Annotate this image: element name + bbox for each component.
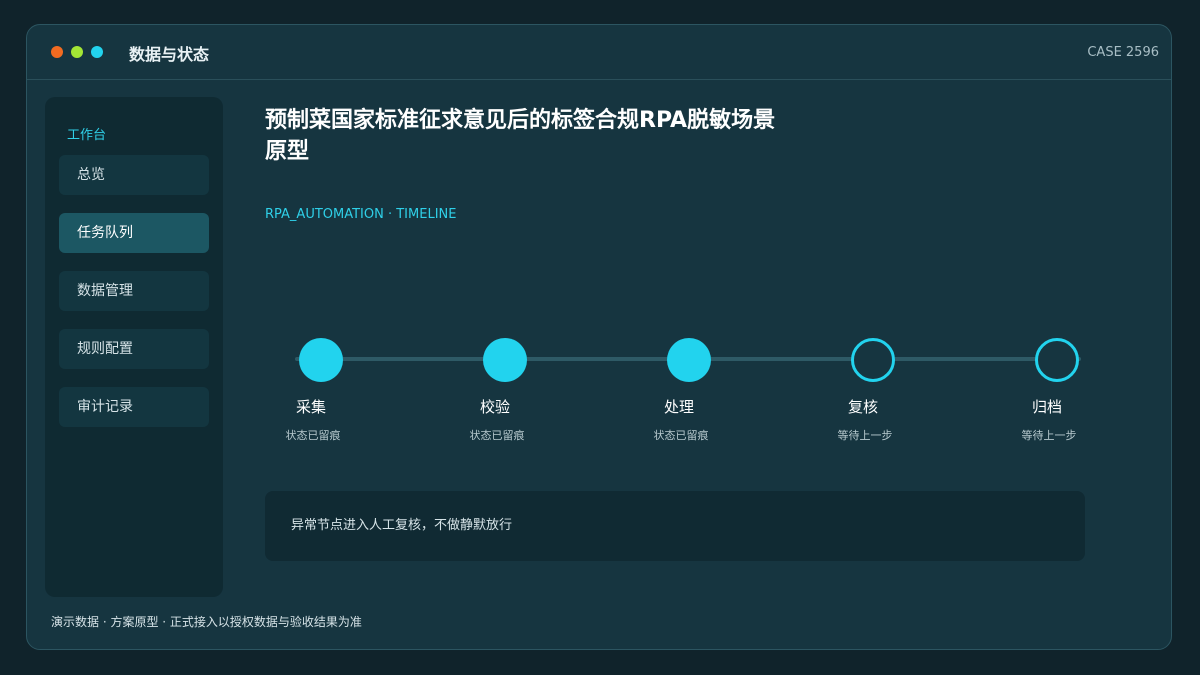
- sidebar-item-overview[interactable]: 总览: [59, 155, 209, 195]
- timeline-node-review[interactable]: [851, 338, 895, 382]
- timeline-label: 归档: [1031, 398, 1062, 416]
- timeline-label: 采集: [295, 398, 326, 416]
- timeline-status: 等待上一步: [1021, 429, 1077, 442]
- case-id: CASE 2596: [1087, 45, 1159, 60]
- sidebar-item-audit-log[interactable]: 审计记录: [59, 387, 209, 427]
- sidebar: 工作台 总览 任务队列 数据管理 规则配置 审计记录: [45, 97, 223, 597]
- app-title: 数据与状态: [129, 45, 210, 64]
- page-title: 预制菜国家标准征求意见后的标签合规RPA脱敏场景原型: [265, 108, 776, 164]
- sidebar-header: 工作台: [67, 128, 107, 143]
- sidebar-item-task-queue[interactable]: 任务队列: [59, 213, 209, 253]
- notice-panel: 异常节点进入人工复核，不做静默放行: [265, 491, 1085, 561]
- timeline-label: 校验: [479, 398, 510, 416]
- close-window-button[interactable]: [51, 46, 63, 58]
- sidebar-item-rule-config[interactable]: 规则配置: [59, 329, 209, 369]
- app-window: 数据与状态 CASE 2596 工作台 总览 任务队列 数据管理 规则配置 审计…: [26, 24, 1172, 650]
- title-bar: 数据与状态 CASE 2596: [27, 25, 1171, 80]
- timeline-node-process[interactable]: [667, 338, 711, 382]
- timeline-node-validate[interactable]: [483, 338, 527, 382]
- timeline-status: 状态已留痕: [469, 429, 525, 442]
- timeline-node-collect[interactable]: [299, 338, 343, 382]
- timeline-label: 处理: [663, 398, 694, 416]
- timeline-status: 状态已留痕: [653, 429, 709, 442]
- maximize-window-button[interactable]: [91, 46, 103, 58]
- timeline-node-archive[interactable]: [1035, 338, 1079, 382]
- timeline-status: 等待上一步: [837, 429, 893, 442]
- minimize-window-button[interactable]: [71, 46, 83, 58]
- sidebar-item-data-management[interactable]: 数据管理: [59, 271, 209, 311]
- timeline-status: 状态已留痕: [285, 429, 341, 442]
- timeline-label: 复核: [847, 398, 878, 416]
- footer-note: 演示数据 · 方案原型 · 正式接入以授权数据与验收结果为准: [51, 615, 362, 629]
- page-subtitle: RPA_AUTOMATION · TIMELINE: [265, 207, 457, 222]
